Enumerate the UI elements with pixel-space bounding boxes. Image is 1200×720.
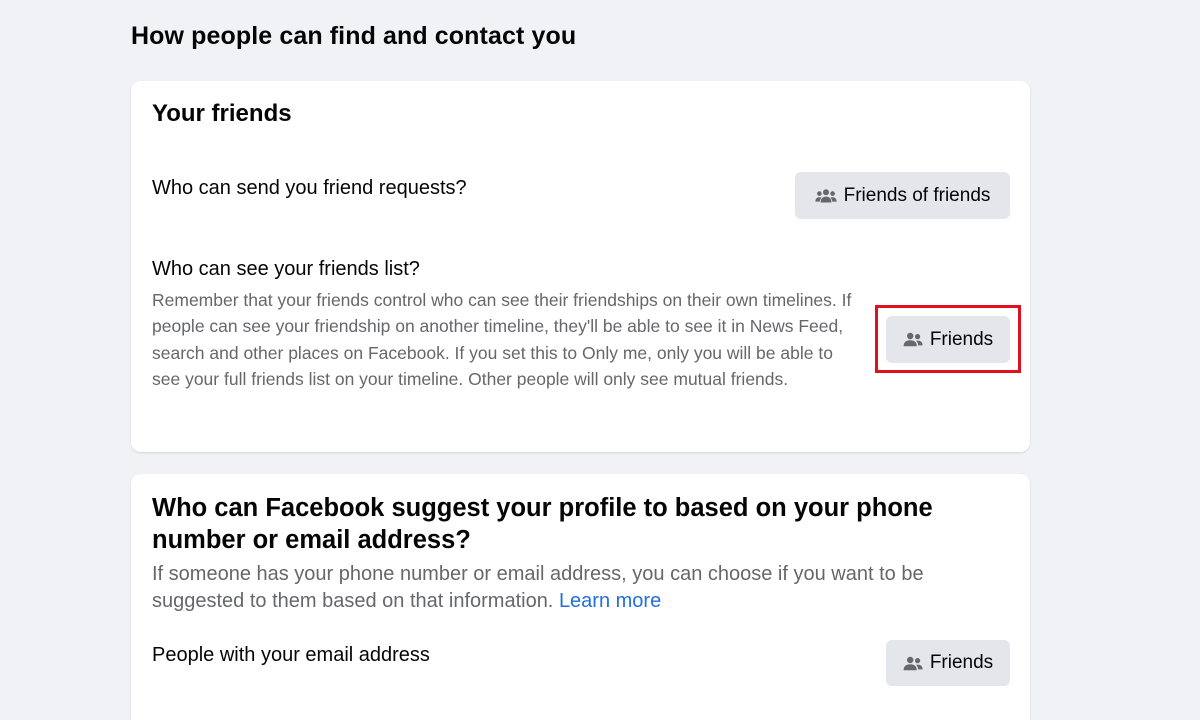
people-group-icon [814,188,837,204]
friends-list-description: Remember that your friends control who c… [152,290,852,389]
your-friends-title: Your friends [152,100,292,127]
friends-list-question: Who can see your friends list? [152,258,420,280]
learn-more-link[interactable]: Learn more [559,590,661,612]
email-address-audience-button[interactable]: Friends [886,640,1010,686]
your-friends-card: Your friends Who can send you friend req… [131,81,1030,452]
suggest-profile-title: Who can Facebook suggest your profile to… [152,494,933,554]
friends-list-audience-button[interactable]: Friends [886,316,1010,363]
friend-requests-audience-button[interactable]: Friends of friends [795,172,1010,219]
friend-requests-question: Who can send you friend requests? [152,177,467,199]
people-pair-icon [903,332,923,347]
suggest-profile-description: If someone has your phone number or emai… [152,561,1002,615]
friends-list-audience-label: Friends [929,328,994,350]
people-pair-icon [903,656,923,671]
email-address-audience-label: Friends [929,652,994,673]
suggest-profile-description-text: If someone has your phone number or emai… [152,563,924,612]
email-address-setting-label: People with your email address [152,644,430,666]
privacy-settings-page: How people can find and contact you Your… [0,0,1200,720]
friend-requests-audience-label: Friends of friends [843,184,991,206]
suggest-profile-card: Who can Facebook suggest your profile to… [131,474,1030,720]
section-title: How people can find and contact you [131,22,577,50]
